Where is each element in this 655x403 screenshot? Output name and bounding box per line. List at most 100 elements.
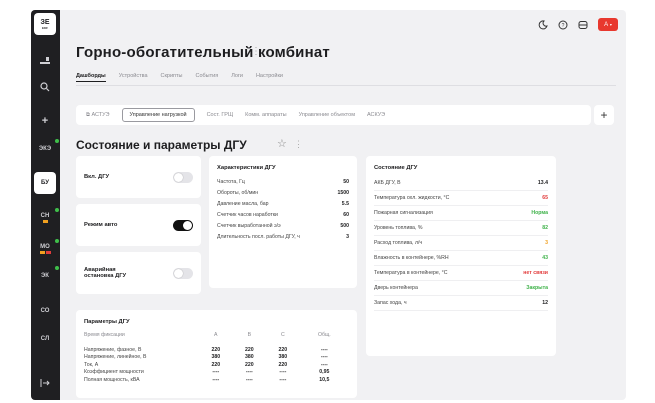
theme-toggle-icon[interactable] [538,19,548,30]
kv-label: Температура в контейнере, °С [374,270,448,276]
sidebar-item-0[interactable]: ЭКЭ [34,138,59,160]
kv-label: Счетчик выработанной э/э [217,222,281,229]
kv-row: Уровень топлива, % 82 [374,221,548,236]
dashboard-tab-load[interactable]: Управление нагрузкой [121,108,195,122]
chevron-down-icon: ▾ [609,22,612,27]
sidebar-item-6[interactable]: СЛ [34,328,56,350]
kv-row: Счетчик выработанной э/э 500 [217,220,349,231]
table-cell: ---- [320,354,328,361]
sidebar-item-3[interactable]: МО [34,238,59,260]
warning-indicator [39,251,45,254]
warning-indicator [42,220,48,223]
column-header: Общ. [317,332,331,338]
table-cell: 220 [244,361,254,368]
params-card: Параметры ДГУ Время фиксации A B C Общ. … [76,310,357,398]
kv-value: 3 [346,233,349,240]
dashboard-tab-grsh[interactable]: Сост. ГРЩ [207,112,234,118]
kv-row: Частота, Гц 50 [217,176,349,187]
star-icon[interactable]: ☆ [277,137,287,150]
status-dot [55,208,59,212]
kv-value: 12 [542,300,548,306]
app-logo[interactable]: ЗЕ EKF [34,13,56,35]
toggle-label: Вкл. ДГУ [84,174,110,180]
sidebar-item-1[interactable]: БУ [34,172,56,194]
table-cell: 10,5 [319,376,330,383]
dashboard-tab-astue[interactable]: ⧉ АСТУЭ [86,112,110,119]
kv-row: Температура охл. жидкости, °С 65 [374,191,548,206]
table-cell: ---- [212,376,220,383]
sidebar-item-4[interactable]: ЭК [34,265,59,287]
dashboard-tabs: ⧉ АСТУЭ Управление нагрузкой Сост. ГРЩ К… [76,105,591,125]
column-header: B [247,332,252,338]
tab-logs[interactable]: Логи [231,73,243,82]
kv-value: 1500 [337,189,349,196]
table-cell: 0,95 [319,369,330,376]
kv-label: Длительность посл. работы ДГУ, ч [217,233,300,240]
section-title: Состояние и параметры ДГУ [76,138,247,152]
add-icon[interactable]: + [34,110,56,132]
kv-label: Пожарная сигнализация [374,210,433,216]
tab-dashboards[interactable]: Дашборды [76,73,106,82]
card-title: Состояние ДГУ [374,165,418,171]
tab-events[interactable]: События [195,73,218,82]
kv-value: 500 [340,222,349,229]
sidebar-item-label: СН [40,213,50,219]
dashboard-tab-object[interactable]: Управление объектом [299,112,355,118]
toggle-card-dgu-on: Вкл. ДГУ [76,156,201,198]
table-row: Ток, А 220 220 220 ---- [84,361,349,369]
kv-row: Счетчик часов наработки 60 [217,209,349,220]
table-row: Напряжение, линейное, В 380 380 380 ---- [84,354,349,362]
toggle-card-emergency-stop: Аварийная остановка ДГУ [76,252,201,294]
card-title: Параметры ДГУ [84,319,130,325]
kv-label: Давление масла, бар [217,200,269,207]
add-dashboard-button[interactable]: + [594,105,614,125]
table-row: Полная мощность, кВА ---- ---- ---- 10,5 [84,376,349,384]
table-cell: ---- [245,376,253,383]
sidebar-item-2[interactable]: СН [34,207,59,229]
dashboard-tab-switchgear[interactable]: Комм. аппараты [245,112,286,118]
auto-mode-toggle[interactable] [173,219,193,231]
user-menu-button[interactable]: А ▾ [598,18,618,31]
tab-devices[interactable]: Устройства [119,73,148,82]
state-card: Состояние ДГУ АКБ ДГУ, В 13.4 Температура… [366,156,556,356]
user-switch-icon[interactable] [34,50,56,72]
table-header-row: Время фиксации A B C Общ. [84,330,349,346]
kv-row: Обороты, об/мин 1500 [217,187,349,198]
tab-scripts[interactable]: Скрипты [161,73,183,82]
kv-value: 60 [343,211,349,218]
card-title: Характеристики ДГУ [217,165,276,171]
kv-value: 3 [545,240,548,246]
status-dot [55,139,59,143]
title-menu-icon[interactable]: ⋮ [251,46,261,57]
table-cell: ---- [212,369,220,376]
kv-label: Частота, Гц [217,178,245,185]
database-icon[interactable] [578,20,588,30]
sidebar-item-label: БУ [41,180,49,186]
topbar-actions: ? А ▾ [538,18,618,31]
user-initial: А [604,21,609,28]
help-icon[interactable]: ? [558,20,568,30]
dashboard-tab-askue[interactable]: АСКУЭ [367,112,385,118]
sidebar-item-5[interactable]: СО [34,300,56,322]
kv-label: Дверь контейнера [374,285,418,291]
section-menu-icon[interactable]: ⋮ [294,139,303,150]
dgu-on-toggle[interactable] [173,171,193,183]
tab-settings[interactable]: Настройки [256,73,283,82]
table-cell: ---- [245,369,253,376]
sidebar: ЗЕ EKF + ЭКЭ БУ СН МО ЭК СО СЛ [31,10,60,400]
logout-icon[interactable] [34,372,56,394]
kv-row: Дверь контейнера Закрыта [374,281,548,296]
kv-value: 82 [542,225,548,231]
alarm-indicator [45,251,51,254]
table-cell: ---- [320,361,328,368]
kv-row: Давление масла, бар 5.5 [217,198,349,209]
search-icon[interactable] [34,76,56,98]
copy-icon: ⧉ [86,111,90,118]
params-table: Время фиксации A B C Общ. Напряжение, фа… [84,330,349,384]
kv-value: 13.4 [537,180,548,186]
table-cell: 380 [211,354,221,361]
table-cell: 220 [278,346,288,353]
row-label: Ток, А [84,361,99,368]
emergency-stop-toggle[interactable] [173,267,193,279]
row-label: Коэффициент мощности [84,369,144,376]
